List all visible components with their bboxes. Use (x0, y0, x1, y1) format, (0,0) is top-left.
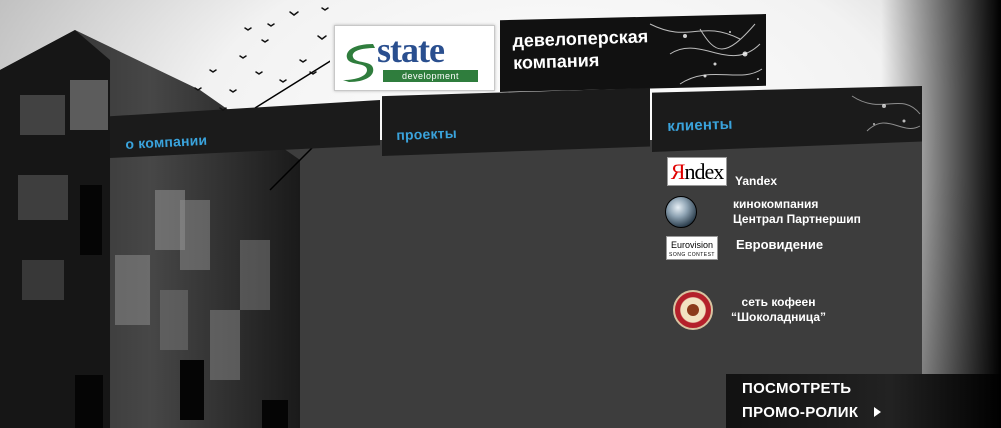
page-stage: девелоперская компания state development… (0, 0, 1001, 428)
yandex-logo-first-letter: Я (670, 159, 686, 184)
state-development-logo[interactable]: state development (334, 25, 495, 91)
promo-video-button[interactable]: ПОСМОТРЕТЬ ПРОМО-РОЛИК (726, 374, 1001, 428)
choco-line2: “Шоколадница” (731, 310, 827, 324)
logo-wordmark: state (377, 30, 445, 70)
yandex-logo-rest: ndex (684, 159, 724, 184)
tab-projects[interactable] (382, 88, 650, 156)
client-shokoladnitsa-name[interactable]: сеть кофеен “Шоколадница” (731, 295, 826, 325)
client-central-partnership-name[interactable]: кинокомпания Централ Партнершип (733, 197, 861, 227)
tab-projects-label[interactable]: проекты (396, 125, 457, 143)
central-line2: Централ Партнершип (733, 212, 861, 226)
central-partnership-logo[interactable] (665, 196, 697, 228)
logo-subtitle: development (383, 70, 478, 82)
logo-s-mark-icon (343, 44, 375, 82)
central-line1: кинокомпания (733, 197, 819, 211)
tagline-text: девелоперская компания (512, 25, 649, 74)
promo-line2: ПРОМО-РОЛИК (742, 404, 859, 421)
play-arrow-icon (874, 407, 881, 417)
eurovision-logo-title: Eurovision (670, 240, 714, 250)
eurovision-logo[interactable]: Eurovision SONG CONTEST (666, 236, 718, 260)
eurovision-logo-subtitle: SONG CONTEST (668, 252, 715, 258)
shokoladnitsa-logo[interactable] (673, 290, 713, 330)
promo-line1: ПОСМОТРЕТЬ (742, 380, 852, 397)
client-eurovision-name[interactable]: Евровидение (736, 237, 823, 252)
choco-line1: сеть кофеен (741, 295, 816, 309)
client-yandex-name[interactable]: Yandex (735, 174, 777, 189)
building-illustration (0, 30, 330, 428)
tab-clients-label[interactable]: клиенты (667, 116, 733, 135)
yandex-logo[interactable]: Яndex (667, 157, 727, 186)
